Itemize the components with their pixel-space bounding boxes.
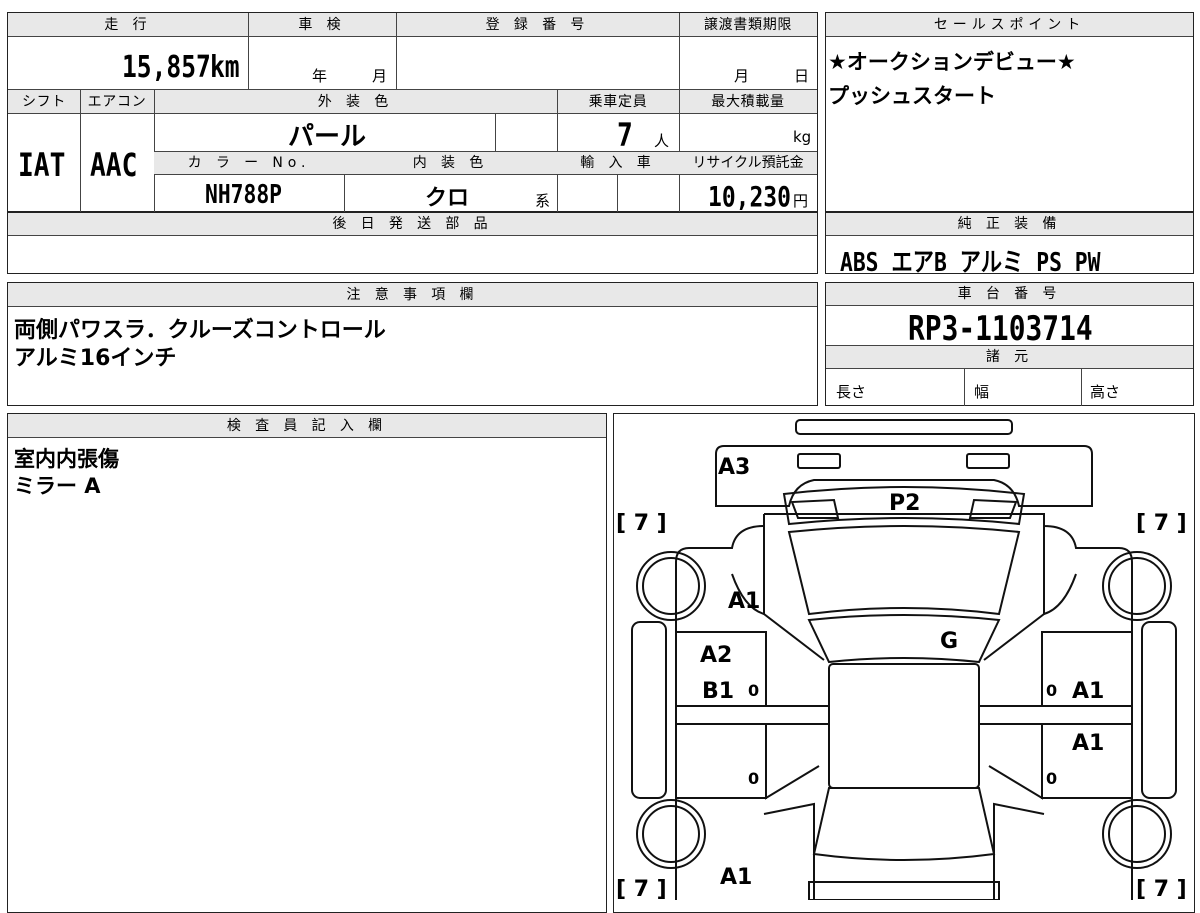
mileage-value: 15,857 <box>122 50 211 85</box>
sales-points-header: セールスポイント <box>826 13 1193 37</box>
cabin-roof <box>828 663 980 789</box>
recycle-fee-unit: 円 <box>793 192 809 210</box>
mark-right-front-door: A1 <box>1072 731 1104 756</box>
recycle-header: リサイクル預託金 <box>679 152 817 175</box>
color-no-header: カ ラ ー No. <box>154 152 344 175</box>
mark-right-rear-door: A1 <box>1072 679 1104 704</box>
hood <box>812 787 996 861</box>
mark-rear-glass: P2 <box>889 491 920 516</box>
recycle-fee-value: 10,230 <box>708 180 791 213</box>
chassis-header: 車 台 番 号 <box>826 283 1193 306</box>
notes-header: 注 意 事 項 欄 <box>8 283 817 307</box>
sales-point-2: プッシュスタート <box>828 84 996 108</box>
front-right-wheel <box>1102 799 1172 869</box>
inspection-year: 年 <box>312 67 328 85</box>
capacity-unit: 人 <box>654 132 670 150</box>
shift-value: IAT <box>18 146 66 184</box>
mark-rear-bumper: A3 <box>718 455 750 480</box>
left-side-rail <box>631 621 667 799</box>
tire-front-left-label: [ 7 ] <box>616 877 667 900</box>
capacity-value: 7 <box>617 116 633 154</box>
rear-spoiler <box>795 419 1013 435</box>
zero-mark-3: 0 <box>748 769 759 788</box>
max-load-unit: kg <box>793 128 812 146</box>
rear-left-wheel <box>636 551 706 621</box>
sales-points-box <box>825 12 1194 212</box>
transfer-deadline-header: 譲渡書類期限 <box>679 13 817 37</box>
mileage-unit: km <box>210 50 240 85</box>
rear-light-right <box>966 453 1010 469</box>
mark-front-bumper: A1 <box>720 865 752 890</box>
right-step <box>978 705 1133 725</box>
tire-rear-left-label: [ 7 ] <box>616 511 667 536</box>
import-header: 輸 入 車 <box>557 152 679 175</box>
front-left-wheel <box>636 799 706 869</box>
transfer-month: 月 <box>734 67 750 85</box>
color-no-value: NH788P <box>205 180 283 210</box>
exterior-color-header: 外 装 色 <box>154 90 557 114</box>
tailgate <box>787 525 1021 616</box>
specs-header: 諸 元 <box>826 346 1193 369</box>
mark-roof: G <box>940 629 958 654</box>
spec-height: 高さ <box>1090 383 1121 401</box>
shift-header: シフト <box>8 90 80 114</box>
mileage-header: 走 行 <box>8 13 248 37</box>
standard-equipment-header: 純 正 装 備 <box>826 213 1193 236</box>
right-side-rail <box>1141 621 1177 799</box>
aircon-value: AAC <box>90 146 138 184</box>
spec-width: 幅 <box>974 383 990 401</box>
max-load-header: 最大積載量 <box>679 90 817 114</box>
rear-light-left <box>797 453 841 469</box>
vehicle-damage-diagram: A3 P2 A1 G A2 B1 A1 A1 A1 [ 7 ] [ 7 ] [ … <box>616 419 1187 900</box>
interior-color-header: 内 装 色 <box>344 152 557 175</box>
spec-length: 長さ <box>836 383 867 401</box>
roof <box>807 614 1001 664</box>
zero-mark-1: 0 <box>748 681 759 700</box>
rear-right-wheel <box>1102 551 1172 621</box>
left-step <box>675 705 830 725</box>
tire-front-right-label: [ 7 ] <box>1136 877 1187 900</box>
notes-line-2: アルミ16インチ <box>14 346 177 371</box>
chassis-value: RP3-1103714 <box>908 309 1093 349</box>
mark-left-rear-door: A2 <box>700 643 732 668</box>
capacity-header: 乗車定員 <box>557 90 679 114</box>
standard-equipment-value: ABS エアB アルミ PS PW <box>840 248 1101 278</box>
zero-mark-4: 0 <box>1046 769 1057 788</box>
aircon-header: エアコン <box>80 90 154 114</box>
interior-color-suffix: 系 <box>535 192 551 210</box>
inspection-header: 車 検 <box>248 13 396 37</box>
inspector-header: 検 査 員 記 入 欄 <box>8 414 606 438</box>
exterior-color-value: パール <box>288 122 367 152</box>
later-parts-header: 後 日 発 送 部 品 <box>8 213 817 236</box>
mark-left-rear-fender: A1 <box>728 589 760 614</box>
inspection-month: 月 <box>372 67 388 85</box>
tire-rear-right-label: [ 7 ] <box>1136 511 1187 536</box>
transfer-day: 日 <box>794 67 810 85</box>
interior-color-value: クロ <box>425 186 470 211</box>
inspector-line-2: ミラー A <box>14 474 101 498</box>
front-bumper <box>808 881 1000 900</box>
sales-point-1: ★オークションデビュー★ <box>828 50 1076 74</box>
registration-header: 登 録 番 号 <box>396 13 679 37</box>
zero-mark-2: 0 <box>1046 681 1057 700</box>
mark-left-rear-door-2: B1 <box>702 679 734 704</box>
inspector-line-1: 室内内張傷 <box>14 447 119 471</box>
